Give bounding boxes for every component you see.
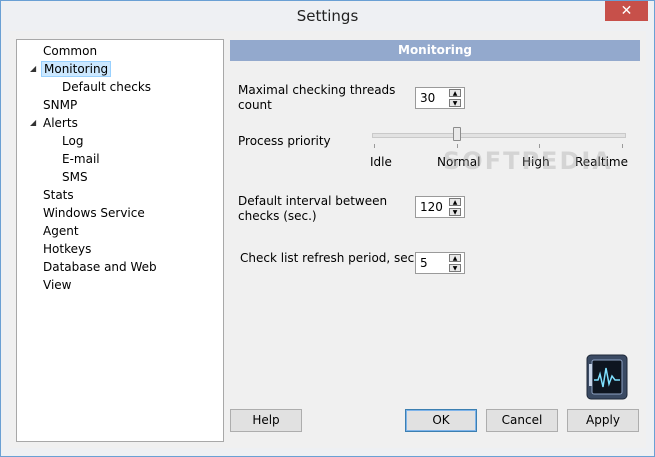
refresh-label: Check list refresh period, sec. <box>240 251 419 265</box>
close-button[interactable]: ✕ <box>605 1 648 21</box>
spin-down-icon[interactable]: ▼ <box>449 99 461 107</box>
priority-option-idle: Idle <box>370 155 392 169</box>
tree-item-label: Common <box>43 44 98 58</box>
apply-button[interactable]: Apply <box>567 409 639 432</box>
title-bar: Settings ✕ <box>1 1 654 31</box>
refresh-value: 5 <box>420 256 428 270</box>
window-title: Settings <box>296 7 359 25</box>
interval-value: 120 <box>420 200 443 214</box>
tree-item-stats[interactable]: Stats <box>43 186 74 204</box>
tree-item-label: Monitoring <box>41 61 112 77</box>
tree-item-label: Windows Service <box>43 206 145 220</box>
tree-item-label: Default checks <box>62 80 152 94</box>
refresh-spinbox[interactable]: 5 ▲ ▼ <box>415 252 465 274</box>
threads-value: 30 <box>420 91 436 105</box>
watermark: SOFTPEDIA <box>443 147 613 175</box>
tree-item-email[interactable]: E-mail <box>62 150 100 168</box>
tree-item-agent[interactable]: Agent <box>43 222 79 240</box>
spin-down-icon[interactable]: ▼ <box>449 208 461 216</box>
slider-tick <box>374 144 375 148</box>
tree-item-label: SNMP <box>43 98 78 112</box>
spin-up-icon[interactable]: ▲ <box>449 89 461 97</box>
threads-spinbox[interactable]: 30 ▲ ▼ <box>415 87 465 109</box>
tree-item-default-checks[interactable]: Default checks <box>62 78 151 96</box>
spin-down-icon[interactable]: ▼ <box>449 264 461 272</box>
threads-label: Maximal checking threads count <box>238 83 396 112</box>
panel-header: Monitoring <box>230 40 640 61</box>
priority-slider-track[interactable] <box>372 133 626 138</box>
monitor-app-icon <box>586 354 628 400</box>
interval-spinbox[interactable]: 120 ▲ ▼ <box>415 196 465 218</box>
settings-tree: Common ◢ Monitoring Default checks SNMP … <box>16 39 224 442</box>
tree-item-label: Alerts <box>43 116 78 130</box>
slider-tick <box>622 144 623 148</box>
tree-item-sms[interactable]: SMS <box>62 168 88 186</box>
close-icon: ✕ <box>620 3 633 19</box>
tree-item-view[interactable]: View <box>43 276 71 294</box>
tree-item-log[interactable]: Log <box>62 132 83 150</box>
tree-item-label: Database and Web <box>43 260 157 274</box>
spin-up-icon[interactable]: ▲ <box>449 254 461 262</box>
spin-up-icon[interactable]: ▲ <box>449 198 461 206</box>
cancel-button[interactable]: Cancel <box>486 409 558 432</box>
tree-item-alerts[interactable]: Alerts <box>43 114 78 132</box>
tree-item-label: E-mail <box>62 152 100 166</box>
expanded-arrow-icon[interactable]: ◢ <box>30 114 40 132</box>
tree-item-hotkeys[interactable]: Hotkeys <box>43 240 91 258</box>
priority-slider-thumb[interactable] <box>453 127 461 141</box>
tree-item-common[interactable]: Common <box>43 42 97 60</box>
tree-item-snmp[interactable]: SNMP <box>43 96 77 114</box>
priority-label: Process priority <box>238 134 331 148</box>
tree-item-label: Agent <box>43 224 79 238</box>
tree-item-label: SMS <box>62 170 88 184</box>
tree-item-label: Stats <box>43 188 74 202</box>
tree-item-label: View <box>43 278 72 292</box>
dialog-client-area: Common ◢ Monitoring Default checks SNMP … <box>9 31 646 448</box>
settings-window: Settings ✕ Common ◢ Monitoring Default c… <box>0 0 655 457</box>
expanded-arrow-icon[interactable]: ◢ <box>30 60 40 78</box>
tree-item-label: Log <box>62 134 84 148</box>
tree-item-windows-service[interactable]: Windows Service <box>43 204 145 222</box>
tree-item-database-and-web[interactable]: Database and Web <box>43 258 157 276</box>
help-button[interactable]: Help <box>230 409 302 432</box>
tree-item-monitoring[interactable]: Monitoring <box>41 60 112 78</box>
ok-button[interactable]: OK <box>405 409 477 432</box>
interval-label: Default interval between checks (sec.) <box>238 194 388 223</box>
tree-item-label: Hotkeys <box>43 242 92 256</box>
